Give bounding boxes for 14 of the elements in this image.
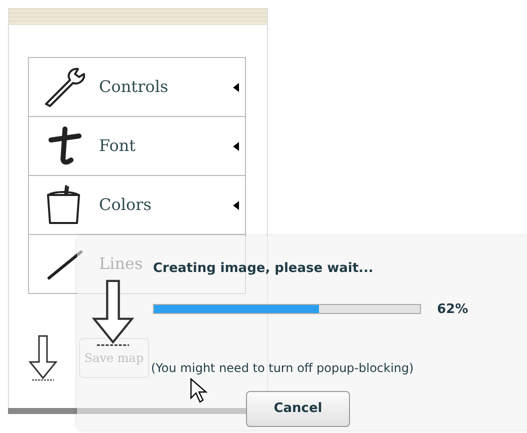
caret-left-icon bbox=[233, 82, 239, 92]
popup-blocking-note: (You might need to turn off popup-blocking) bbox=[151, 360, 415, 377]
caret-left-icon bbox=[233, 200, 239, 210]
download-arrow-icon bbox=[27, 334, 59, 382]
menu-item-label: Controls bbox=[99, 76, 168, 98]
menu-item-label: Colors bbox=[99, 194, 152, 216]
wrench-icon bbox=[42, 66, 88, 108]
progress-reading: 62% bbox=[437, 300, 468, 318]
menu-item-label: Lines bbox=[99, 253, 143, 275]
caret-left-icon bbox=[233, 142, 239, 150]
menu-item-label: Font bbox=[99, 135, 136, 157]
cancel-button[interactable]: Cancel bbox=[246, 391, 350, 427]
dialog-title: Creating image, please wait... bbox=[153, 260, 374, 278]
mouse-pointer-icon bbox=[190, 378, 208, 404]
